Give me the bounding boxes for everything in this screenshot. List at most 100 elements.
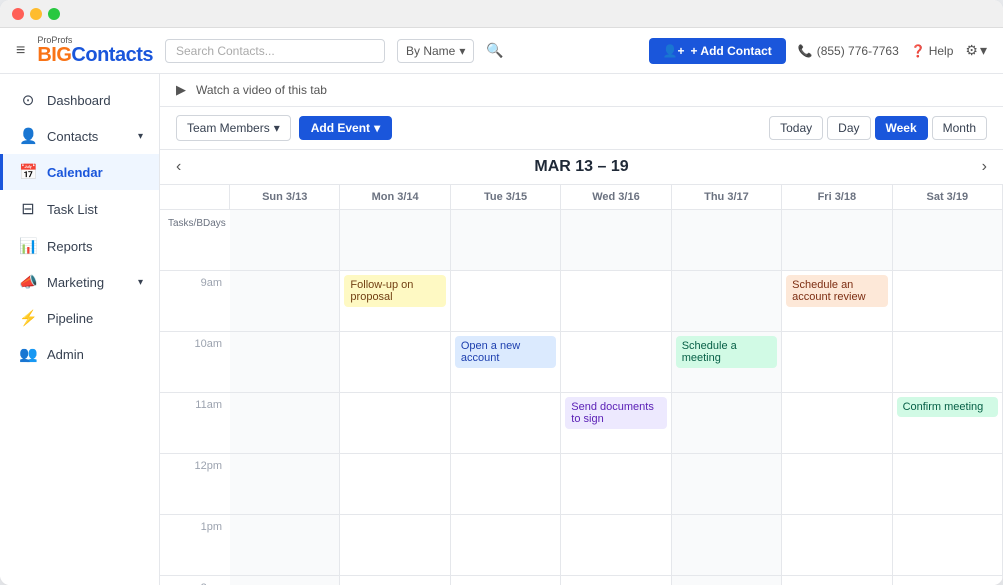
tasks-cell-wed[interactable] (561, 210, 671, 270)
cell-1pm-fri[interactable] (782, 515, 892, 575)
time-2pm: 2pm (160, 576, 230, 585)
sidebar-item-dashboard[interactable]: ⊙ Dashboard (0, 82, 159, 118)
cell-2pm-thu[interactable] (672, 576, 782, 585)
cell-1pm-tue[interactable] (451, 515, 561, 575)
week-button[interactable]: Week (875, 116, 928, 140)
prev-week-arrow[interactable]: ‹ (176, 158, 181, 176)
month-button[interactable]: Month (932, 116, 987, 140)
cell-1pm-wed[interactable] (561, 515, 671, 575)
minimize-dot[interactable] (30, 8, 42, 20)
tasks-cell-mon[interactable] (340, 210, 450, 270)
tasks-cell-fri[interactable] (782, 210, 892, 270)
add-contact-label: + Add Contact (691, 44, 772, 58)
menu-icon[interactable]: ≡ (16, 42, 25, 60)
sidebar-item-pipeline[interactable]: ⚡ Pipeline (0, 300, 159, 336)
phone-number: (855) 776-7763 (817, 44, 899, 58)
sidebar-item-reports[interactable]: 📊 Reports (0, 228, 159, 264)
event-follow-up[interactable]: Follow-up on proposal (344, 275, 445, 307)
event-send-documents[interactable]: Send documents to sign (565, 397, 666, 429)
logo-text: BIGContacts (37, 45, 153, 65)
help-button[interactable]: ❓ Help (911, 44, 954, 58)
cell-9am-fri[interactable]: Schedule an account review (782, 271, 892, 331)
time-10am: 10am (160, 332, 230, 392)
cell-2pm-sun[interactable] (230, 576, 340, 585)
team-members-button[interactable]: Team Members ▾ (176, 115, 291, 141)
cell-12pm-tue[interactable] (451, 454, 561, 514)
chevron-down-icon: ▾ (374, 121, 380, 135)
sidebar-item-calendar[interactable]: 📅 Calendar (0, 154, 159, 190)
cell-11am-sat[interactable]: Confirm meeting (893, 393, 1003, 453)
cell-1pm-sun[interactable] (230, 515, 340, 575)
today-button[interactable]: Today (769, 116, 823, 140)
watch-video-bar: ▶ Watch a video of this tab (160, 74, 1003, 107)
cell-2pm-wed[interactable] (561, 576, 671, 585)
by-name-dropdown[interactable]: By Name ▾ (397, 39, 474, 63)
cell-11am-thu[interactable] (672, 393, 782, 453)
cell-11am-wed[interactable]: Send documents to sign (561, 393, 671, 453)
time-12pm: 12pm (160, 454, 230, 514)
cell-12pm-thu[interactable] (672, 454, 782, 514)
event-open-account[interactable]: Open a new account (455, 336, 556, 368)
cell-12pm-fri[interactable] (782, 454, 892, 514)
cell-12pm-wed[interactable] (561, 454, 671, 514)
event-schedule-meeting[interactable]: Schedule a meeting (676, 336, 777, 368)
settings-button[interactable]: ⚙ ▾ (965, 42, 987, 59)
cell-2pm-mon[interactable] (340, 576, 450, 585)
event-account-review[interactable]: Schedule an account review (786, 275, 887, 307)
cell-11am-tue[interactable] (451, 393, 561, 453)
cell-9am-mon[interactable]: Follow-up on proposal (340, 271, 450, 331)
cell-9am-thu[interactable] (672, 271, 782, 331)
cell-12pm-sun[interactable] (230, 454, 340, 514)
topbar-right: 👤+ + Add Contact 📞 (855) 776-7763 ❓ Help… (649, 38, 987, 64)
cell-9am-sun[interactable] (230, 271, 340, 331)
sidebar-item-tasklist[interactable]: ⊟ Task List (0, 190, 159, 228)
search-icon[interactable]: 🔍 (486, 42, 503, 59)
calendar-range-title: MAR 13 – 19 (534, 158, 628, 176)
cell-9am-wed[interactable] (561, 271, 671, 331)
add-contact-button[interactable]: 👤+ + Add Contact (649, 38, 786, 64)
cell-9am-tue[interactable] (451, 271, 561, 331)
cell-10am-sat[interactable] (893, 332, 1003, 392)
cell-10am-wed[interactable] (561, 332, 671, 392)
watch-video-label[interactable]: Watch a video of this tab (196, 83, 327, 97)
event-confirm-meeting[interactable]: Confirm meeting (897, 397, 998, 417)
cell-10am-tue[interactable]: Open a new account (451, 332, 561, 392)
time-11am: 11am (160, 393, 230, 453)
next-week-arrow[interactable]: › (982, 158, 987, 176)
search-input[interactable] (176, 44, 374, 58)
cell-10am-mon[interactable] (340, 332, 450, 392)
tasks-cell-tue[interactable] (451, 210, 561, 270)
cell-12pm-sat[interactable] (893, 454, 1003, 514)
close-dot[interactable] (12, 8, 24, 20)
cell-11am-sun[interactable] (230, 393, 340, 453)
sidebar-item-marketing[interactable]: 📣 Marketing ▾ (0, 264, 159, 300)
calendar-header-row: Sun 3/13 Mon 3/14 Tue 3/15 Wed 3/16 Thu … (160, 185, 1003, 210)
day-header-mon: Mon 3/14 (340, 185, 450, 209)
cell-10am-thu[interactable]: Schedule a meeting (672, 332, 782, 392)
tasks-cell-sun[interactable] (230, 210, 340, 270)
cell-10am-sun[interactable] (230, 332, 340, 392)
cell-11am-fri[interactable] (782, 393, 892, 453)
pipeline-icon: ⚡ (19, 309, 37, 327)
expand-dot[interactable] (48, 8, 60, 20)
tasks-cell-thu[interactable] (672, 210, 782, 270)
cell-1pm-thu[interactable] (672, 515, 782, 575)
marketing-icon: 📣 (19, 273, 37, 291)
cell-1pm-mon[interactable] (340, 515, 450, 575)
sidebar-item-contacts[interactable]: 👤 Contacts ▾ (0, 118, 159, 154)
cell-2pm-fri[interactable] (782, 576, 892, 585)
cell-1pm-sat[interactable] (893, 515, 1003, 575)
sidebar-item-admin[interactable]: 👥 Admin (0, 336, 159, 372)
day-button[interactable]: Day (827, 116, 870, 140)
search-bar[interactable] (165, 39, 385, 63)
tasks-cell-sat[interactable] (893, 210, 1003, 270)
cell-9am-sat[interactable] (893, 271, 1003, 331)
cell-12pm-mon[interactable] (340, 454, 450, 514)
add-event-button[interactable]: Add Event ▾ (299, 116, 392, 140)
day-header-wed: Wed 3/16 (561, 185, 671, 209)
cell-2pm-tue[interactable] (451, 576, 561, 585)
cell-2pm-sat[interactable] (893, 576, 1003, 585)
cell-10am-fri[interactable] (782, 332, 892, 392)
sidebar-item-label: Task List (47, 202, 98, 217)
cell-11am-mon[interactable] (340, 393, 450, 453)
